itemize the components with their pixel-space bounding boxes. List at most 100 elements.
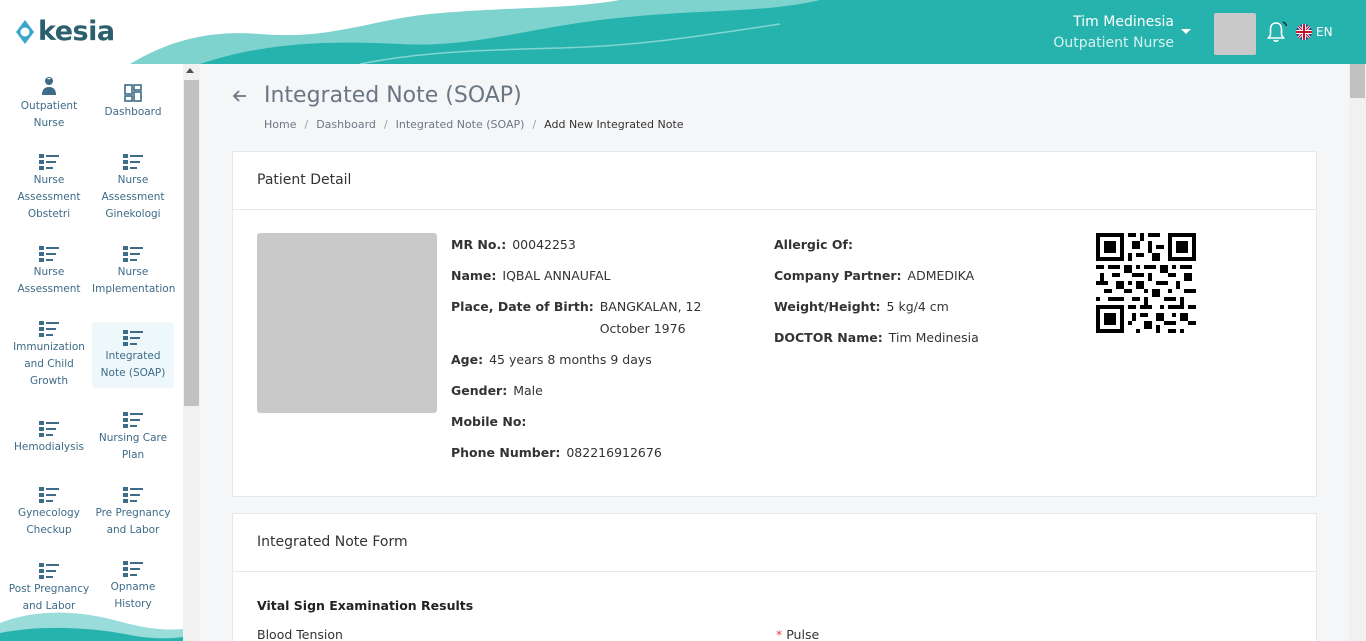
qr-code-icon [1096, 233, 1196, 333]
field-key: Phone Number: [451, 445, 561, 460]
field-value: 5 kg/4 cm [886, 299, 949, 314]
patient-detail-title: Patient Detail [233, 152, 1316, 210]
field-mr-no: MR No.: 00042253 [451, 234, 576, 256]
avatar[interactable] [1214, 13, 1256, 55]
sidebar: Outpatient Nurse Dashboard Nurse Assessm… [0, 64, 183, 641]
logo-mark-icon [16, 19, 34, 44]
list-icon [39, 421, 59, 437]
field-key: Name: [451, 268, 497, 283]
list-icon [39, 487, 59, 503]
language-label: EN [1316, 25, 1333, 39]
sidebar-item-hemodialysis[interactable]: Hemodialysis [8, 421, 90, 456]
field-doctor-name: DOCTOR Name: Tim Medinesia [774, 327, 979, 349]
language-switcher[interactable]: EN [1296, 24, 1333, 40]
list-icon [39, 246, 59, 262]
user-menu[interactable]: Tim Medinesia Outpatient Nurse [1053, 12, 1174, 54]
list-icon [123, 246, 143, 262]
required-mark: * [776, 627, 783, 641]
blood-tension-label: Blood Tension [257, 627, 343, 641]
sidebar-item-nurse-assessment[interactable]: Nurse Assessment [8, 246, 90, 298]
bell-icon[interactable] [1266, 20, 1288, 44]
list-icon [123, 330, 143, 346]
field-key: Weight/Height: [774, 299, 881, 314]
integrated-note-form-card: Integrated Note Form Vital Sign Examinat… [232, 513, 1317, 641]
sidebar-item-label: Outpatient Nurse [20, 100, 78, 129]
nurse-icon [42, 77, 56, 95]
back-arrow-icon[interactable] [230, 86, 250, 106]
list-icon [39, 154, 59, 170]
sidebar-item-nurse-implementation[interactable]: Nurse Implementation [92, 246, 176, 298]
sidebar-wave-decoration [0, 612, 183, 641]
patient-photo [257, 233, 437, 413]
caret-down-icon[interactable] [1181, 29, 1191, 34]
field-value: 082216912676 [566, 445, 662, 460]
pulse-label: * Pulse [776, 627, 819, 641]
scroll-up-icon[interactable] [186, 68, 194, 73]
sidebar-item-label: Nurse Assessment Ginekologi [101, 174, 165, 220]
sidebar-item-nurse-assessment-obstetri[interactable]: Nurse Assessment Obstetri [8, 154, 90, 223]
sidebar-item-integrated-note[interactable]: Integrated Note (SOAP) [92, 322, 174, 388]
sidebar-item-nurse-assessment-ginekologi[interactable]: Nurse Assessment Ginekologi [92, 154, 174, 223]
user-name: Tim Medinesia [1073, 14, 1174, 30]
breadcrumb-separator: / [383, 118, 388, 131]
sidebar-item-label: Dashboard [104, 106, 162, 118]
breadcrumb-home[interactable]: Home [264, 118, 296, 131]
list-icon [39, 563, 59, 579]
field-gender: Gender: Male [451, 380, 543, 402]
sidebar-item-nursing-care-plan[interactable]: Nursing Care Plan [92, 412, 174, 464]
user-role: Outpatient Nurse [1053, 35, 1174, 51]
breadcrumb-current: Add New Integrated Note [544, 118, 684, 131]
logo-text: kesia [38, 16, 115, 47]
field-key: MR No.: [451, 237, 507, 252]
field-key: Allergic Of: [774, 237, 853, 252]
field-place-date-of-birth: Place, Date of Birth: BANGKALAN, 12 Octo… [451, 296, 751, 340]
field-key: Mobile No: [451, 414, 527, 429]
list-icon [123, 487, 143, 503]
field-value: 00042253 [512, 237, 576, 252]
page-title: Integrated Note (SOAP) [264, 83, 522, 108]
field-age: Age: 45 years 8 months 9 days [451, 349, 652, 371]
field-key: Place, Date of Birth: [451, 299, 594, 314]
field-mobile-no: Mobile No: [451, 411, 532, 433]
field-key: Gender: [451, 383, 508, 398]
sidebar-item-immunization[interactable]: Immunization and Child Growth [8, 321, 90, 390]
field-allergic-of: Allergic Of: [774, 234, 859, 256]
sidebar-item-label: Nurse Assessment Obstetri [17, 174, 81, 220]
breadcrumb: Home / Dashboard / Integrated Note (SOAP… [264, 118, 684, 131]
sidebar-item-label: Nursing Care Plan [98, 432, 168, 461]
sidebar-item-label: Hemodialysis [13, 441, 84, 453]
breadcrumb-integrated-note[interactable]: Integrated Note (SOAP) [396, 118, 525, 131]
sidebar-item-label: Nurse Implementation [92, 266, 176, 295]
kesia-logo[interactable]: kesia [14, 16, 115, 47]
list-icon [123, 561, 143, 577]
patient-detail-card: Patient Detail MR No.: 00042253 Name: IQ… [232, 151, 1317, 497]
sidebar-item-label: Integrated Note (SOAP) [100, 350, 166, 379]
field-key: Company Partner: [774, 268, 902, 283]
page-scroll-thumb[interactable] [1350, 64, 1365, 98]
sidebar-item-dashboard[interactable]: Dashboard [92, 84, 174, 121]
list-icon [39, 321, 59, 337]
sidebar-item-label: Nurse Assessment [17, 266, 81, 295]
sidebar-scroll-thumb[interactable] [184, 80, 199, 406]
field-weight-height: Weight/Height: 5 kg/4 cm [774, 296, 949, 318]
uk-flag-icon [1296, 24, 1312, 40]
field-key: Age: [451, 352, 484, 367]
field-company-partner: Company Partner: ADMEDIKA [774, 265, 974, 287]
dashboard-icon [124, 84, 142, 102]
sidebar-item-pre-pregnancy[interactable]: Pre Pregnancy and Labor [92, 487, 174, 539]
list-icon [123, 412, 143, 428]
sidebar-item-label: Pre Pregnancy and Labor [95, 507, 171, 536]
pulse-label-text: Pulse [786, 627, 820, 641]
field-value: IQBAL ANNAUFAL [502, 268, 611, 283]
page-scrollbar[interactable] [1349, 64, 1366, 641]
field-value: ADMEDIKA [907, 268, 975, 283]
breadcrumb-separator: / [532, 118, 537, 131]
integrated-note-form-title: Integrated Note Form [233, 514, 1316, 572]
sidebar-item-gynecology-checkup[interactable]: Gynecology Checkup [8, 487, 90, 539]
field-value: 45 years 8 months 9 days [489, 352, 652, 367]
field-value: Tim Medinesia [888, 330, 979, 345]
sidebar-item-outpatient-nurse[interactable]: Outpatient Nurse [8, 76, 90, 132]
sidebar-item-label: Gynecology Checkup [18, 507, 80, 536]
breadcrumb-dashboard[interactable]: Dashboard [316, 118, 376, 131]
breadcrumb-separator: / [304, 118, 309, 131]
